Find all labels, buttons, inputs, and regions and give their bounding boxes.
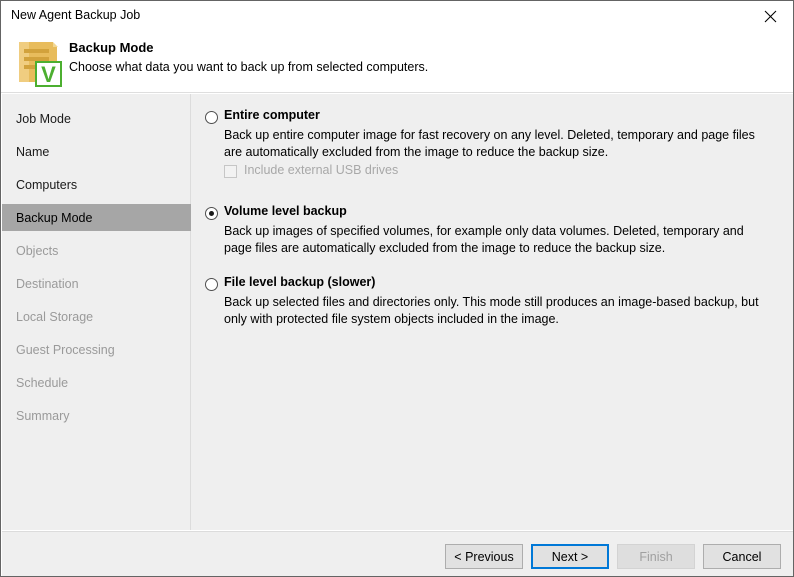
dialog-header: V Backup Mode Choose what data you want … [1, 32, 793, 93]
option-title[interactable]: Volume level backup [224, 204, 347, 218]
close-glyph [764, 10, 777, 22]
sidebar-item-label: Guest Processing [16, 342, 115, 357]
previous-button[interactable]: < Previous [445, 544, 523, 569]
wizard-steps-sidebar: Job Mode Name Computers Backup Mode Obje… [2, 94, 191, 530]
option-file-level-backup: File level backup (slower) Back up selec… [191, 275, 793, 326]
sidebar-item-job-mode[interactable]: Job Mode [2, 105, 191, 132]
sidebar-item-label: Schedule [16, 375, 69, 390]
dialog-footer: < Previous Next > Finish Cancel [2, 531, 793, 576]
window-title: New Agent Backup Job [11, 8, 141, 22]
sidebar-item-guest-processing[interactable]: Guest Processing [2, 336, 191, 363]
svg-text:V: V [41, 62, 56, 87]
sidebar-item-backup-mode[interactable]: Backup Mode [2, 204, 191, 231]
backup-mode-options: Entire computer Back up entire computer … [191, 94, 793, 530]
sidebar-item-name[interactable]: Name [2, 138, 191, 165]
option-title[interactable]: Entire computer [224, 108, 320, 122]
radio-file-level-backup[interactable] [205, 278, 218, 291]
option-description: Back up entire computer image for fast r… [224, 128, 755, 159]
close-icon[interactable] [748, 1, 793, 31]
sidebar-item-label: Destination [16, 276, 79, 291]
option-header: File level backup (slower) [191, 275, 793, 295]
sidebar-item-computers[interactable]: Computers [2, 171, 191, 198]
option-entire-computer: Entire computer Back up entire computer … [191, 108, 793, 178]
sidebar-item-label: Objects [16, 243, 59, 258]
radio-volume-level-backup[interactable] [205, 207, 218, 220]
sidebar-item-schedule[interactable]: Schedule [2, 369, 191, 396]
page-subtitle: Choose what data you want to back up fro… [69, 60, 429, 74]
sidebar-item-label: Backup Mode [16, 210, 93, 225]
sidebar-item-label: Job Mode [16, 111, 71, 126]
cancel-button[interactable]: Cancel [703, 544, 781, 569]
sidebar-item-label: Computers [16, 177, 78, 192]
option-header: Entire computer [191, 108, 793, 128]
sidebar-item-label: Name [16, 144, 50, 159]
dialog-window: New Agent Backup Job V Backup Mode Choos… [0, 0, 794, 577]
page-title: Backup Mode [69, 40, 154, 55]
sidebar-item-label: Local Storage [16, 309, 94, 324]
sidebar-item-objects[interactable]: Objects [2, 237, 191, 264]
option-header: Volume level backup [191, 204, 793, 224]
checkbox-include-external-usb-drives[interactable] [224, 165, 237, 178]
option-description: Back up images of specified volumes, for… [224, 224, 744, 255]
option-volume-level-backup: Volume level backup Back up images of sp… [191, 204, 793, 255]
finish-button: Finish [617, 544, 695, 569]
sidebar-item-destination[interactable]: Destination [2, 270, 191, 297]
option-title[interactable]: File level backup (slower) [224, 275, 375, 289]
option-description: Back up selected files and directories o… [224, 295, 759, 326]
radio-entire-computer[interactable] [205, 111, 218, 124]
sidebar-item-summary[interactable]: Summary [2, 402, 191, 429]
next-button[interactable]: Next > [531, 544, 609, 569]
sidebar-item-label: Summary [16, 408, 70, 423]
sidebar-item-local-storage[interactable]: Local Storage [2, 303, 191, 330]
document-veeam-icon: V [13, 36, 67, 88]
checkbox-label: Include external USB drives [244, 163, 399, 177]
title-bar: New Agent Backup Job [1, 1, 793, 32]
